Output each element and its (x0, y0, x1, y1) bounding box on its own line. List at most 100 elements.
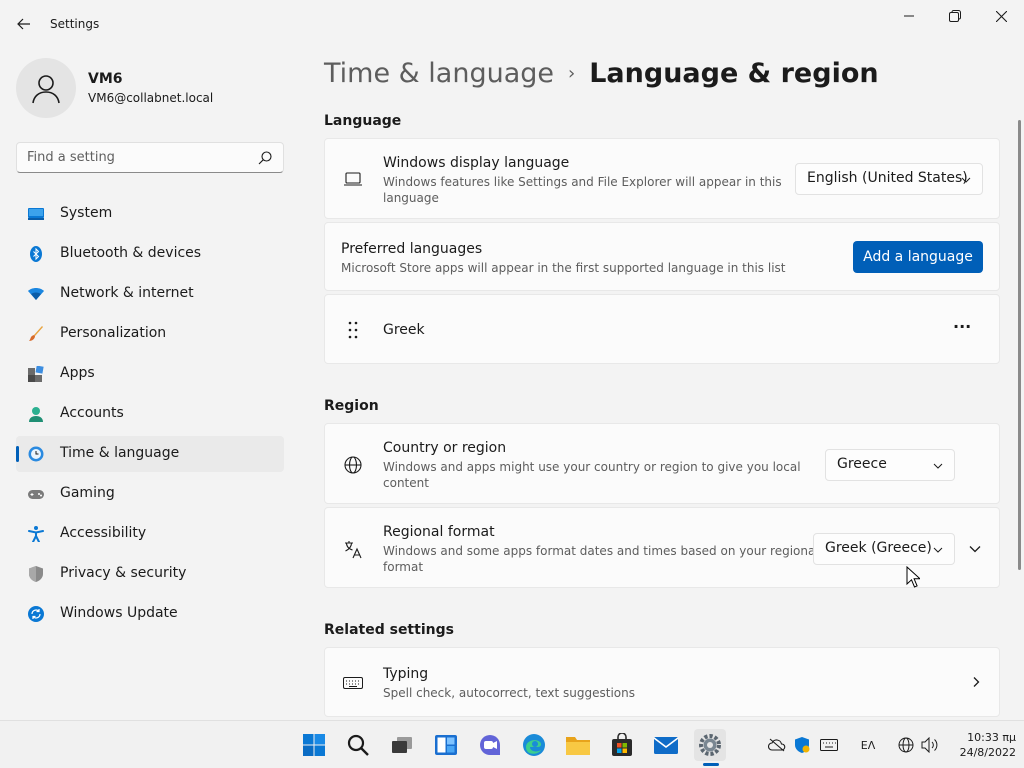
regional-format-dropdown[interactable]: Greek (Greece) (813, 533, 955, 565)
typing-card[interactable]: Typing Spell check, autocorrect, text su… (324, 647, 1000, 717)
sidebar-item-label: Network & internet (60, 285, 194, 301)
sidebar-item-network[interactable]: Network & internet (16, 276, 284, 312)
sidebar-item-label: Time & language (60, 445, 180, 461)
gear-icon (699, 734, 721, 756)
settings-button[interactable] (694, 729, 726, 761)
expand-chevron-icon[interactable] (968, 542, 982, 556)
chevron-right-icon (973, 677, 980, 687)
profile-name: VM6 (88, 71, 123, 87)
regional-format-value: Greek (Greece) (825, 540, 932, 556)
more-options-button[interactable]: ··· (953, 317, 971, 336)
gaming-icon (28, 490, 44, 499)
regional-format-card[interactable]: Regional format Windows and some apps fo… (324, 507, 1000, 588)
input-language-indicator[interactable]: ΕΛ (858, 735, 878, 755)
sidebar-item-label: System (60, 205, 113, 221)
search-icon[interactable] (257, 150, 273, 166)
clock-time: 10:33 πμ (967, 731, 1016, 744)
breadcrumb: Time & language › Language & region (324, 58, 879, 94)
regional-format-desc-line2: format (383, 560, 424, 574)
sidebar-item-system[interactable]: System (16, 196, 284, 232)
network-icon (28, 288, 44, 300)
task-view-icon (392, 737, 412, 753)
taskbar: ΕΛ 10:33 πμ 24/8/2022 (0, 720, 1024, 768)
sidebar-item-apps[interactable]: Apps (16, 356, 284, 392)
preferred-languages-title: Preferred languages (341, 241, 483, 257)
chat-button[interactable] (474, 729, 506, 761)
page-title: Language & region (589, 58, 879, 89)
display-language-value: English (United States) (807, 170, 968, 186)
search-placeholder: Find a setting (27, 150, 115, 165)
country-region-dropdown[interactable]: Greece (825, 449, 955, 481)
mouse-cursor-icon (906, 566, 920, 588)
close-button[interactable] (978, 0, 1024, 32)
country-region-value: Greece (837, 456, 887, 472)
bluetooth-icon (30, 246, 42, 262)
apps-icon (28, 366, 44, 382)
edge-button[interactable] (518, 729, 550, 761)
minimize-button[interactable] (886, 0, 932, 32)
language-format-icon (345, 541, 362, 559)
display-language-desc-line2: language (383, 191, 439, 205)
onedrive-tray-button[interactable] (767, 735, 787, 755)
country-region-card: Country or region Windows and apps might… (324, 423, 1000, 504)
store-button[interactable] (606, 729, 638, 761)
display-language-title: Windows display language (383, 155, 570, 171)
sidebar-item-time-language[interactable]: Time & language (16, 436, 284, 472)
sidebar-item-gaming[interactable]: Gaming (16, 476, 284, 512)
active-app-indicator (703, 763, 719, 766)
sidebar-item-accounts[interactable]: Accounts (16, 396, 284, 432)
start-button[interactable] (298, 729, 330, 761)
country-region-desc-line2: content (383, 476, 429, 490)
preferred-languages-desc: Microsoft Store apps will appear in the … (341, 261, 786, 275)
file-explorer-button[interactable] (562, 729, 594, 761)
back-button[interactable] (12, 12, 36, 36)
close-icon (995, 10, 1007, 22)
widgets-button[interactable] (430, 729, 462, 761)
add-language-button[interactable]: Add a language (853, 241, 983, 273)
time-language-icon (28, 446, 44, 462)
maximize-button[interactable] (932, 0, 978, 32)
sidebar-item-bluetooth[interactable]: Bluetooth & devices (16, 236, 284, 272)
drag-handle-icon[interactable] (343, 320, 363, 340)
display-language-dropdown[interactable]: English (United States) (795, 163, 983, 195)
store-icon (612, 733, 632, 756)
brush-icon (29, 326, 43, 341)
keyboard-icon (343, 677, 363, 689)
country-region-title: Country or region (383, 440, 507, 456)
avatar (16, 58, 76, 118)
preferred-languages-card: Preferred languages Microsoft Store apps… (324, 222, 1000, 291)
taskbar-search-button[interactable] (342, 729, 374, 761)
sidebar-item-windows-update[interactable]: Windows Update (16, 596, 284, 632)
display-language-desc-line1: Windows features like Settings and File … (383, 175, 782, 189)
sidebar-item-personalization[interactable]: Personalization (16, 316, 284, 352)
language-name: Greek (383, 322, 425, 338)
laptop-icon (344, 172, 362, 186)
taskbar-clock[interactable]: 10:33 πμ 24/8/2022 (950, 730, 1016, 760)
sidebar-item-accessibility[interactable]: Accessibility (16, 516, 284, 552)
keyboard-icon (820, 739, 838, 751)
mail-button[interactable] (650, 729, 682, 761)
scrollbar[interactable] (1018, 120, 1021, 570)
sidebar-item-privacy[interactable]: Privacy & security (16, 556, 284, 592)
security-tray-button[interactable] (792, 735, 812, 755)
user-profile[interactable]: VM6 VM6@collabnet.local (16, 58, 286, 118)
search-input[interactable]: Find a setting (16, 142, 284, 173)
chevron-down-icon (933, 547, 943, 553)
task-view-button[interactable] (386, 729, 418, 761)
volume-tray-button[interactable] (920, 735, 940, 755)
sidebar-item-label: Accessibility (60, 525, 147, 541)
network-tray-button[interactable] (896, 735, 916, 755)
language-item-greek[interactable]: Greek ··· (324, 294, 1000, 364)
breadcrumb-parent[interactable]: Time & language (324, 58, 554, 89)
mail-icon (653, 737, 679, 754)
app-title: Settings (50, 17, 100, 31)
update-icon (28, 606, 44, 622)
restore-icon (949, 10, 961, 22)
chevron-down-icon (933, 463, 943, 469)
touch-keyboard-button[interactable] (819, 735, 839, 755)
sidebar-item-label: Bluetooth & devices (60, 245, 202, 261)
minimize-icon (904, 15, 914, 17)
typing-title: Typing (383, 666, 429, 682)
shield-icon (29, 566, 43, 582)
folder-icon (566, 737, 590, 755)
